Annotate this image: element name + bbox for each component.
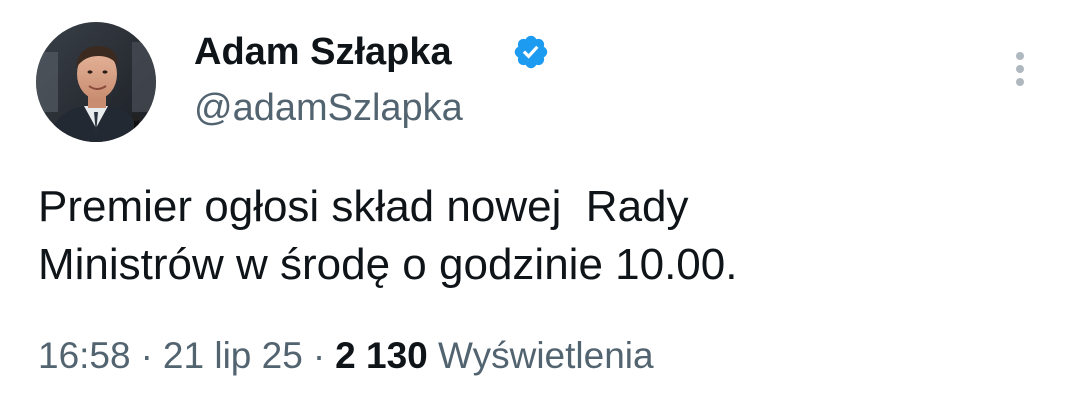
verified-badge-icon[interactable] — [512, 33, 550, 71]
avatar[interactable] — [36, 22, 156, 142]
views-link[interactable]: 2 130 Wyświetlenia — [335, 335, 653, 376]
tweet-meta: 16:58 · 21 lip 25 · 2 130 Wyświetlenia — [38, 333, 654, 379]
meta-separator: · — [140, 335, 153, 376]
tweet-text-line: Premier ogłosi skład nowej Rady — [38, 182, 689, 231]
tweet-text-line: Ministrów w środę o godzinie 10.00. — [38, 240, 738, 289]
views-label: Wyświetlenia — [438, 335, 654, 376]
meta-separator: · — [312, 335, 326, 376]
tweet-card: Adam Szłapka @adamSzlapka Premier ogłosi… — [0, 0, 1080, 405]
tweet-time[interactable]: 16:58 — [38, 335, 131, 376]
author-name[interactable]: Adam Szłapka — [194, 30, 452, 74]
author-handle[interactable]: @adamSzlapka — [194, 86, 463, 130]
more-vertical-icon[interactable] — [1005, 48, 1035, 90]
tweet-text: Premier ogłosi skład nowej Rady Ministró… — [38, 178, 1048, 294]
views-count: 2 130 — [335, 335, 428, 376]
avatar-photo — [36, 22, 156, 142]
tweet-date[interactable]: 21 lip 25 — [163, 335, 303, 376]
